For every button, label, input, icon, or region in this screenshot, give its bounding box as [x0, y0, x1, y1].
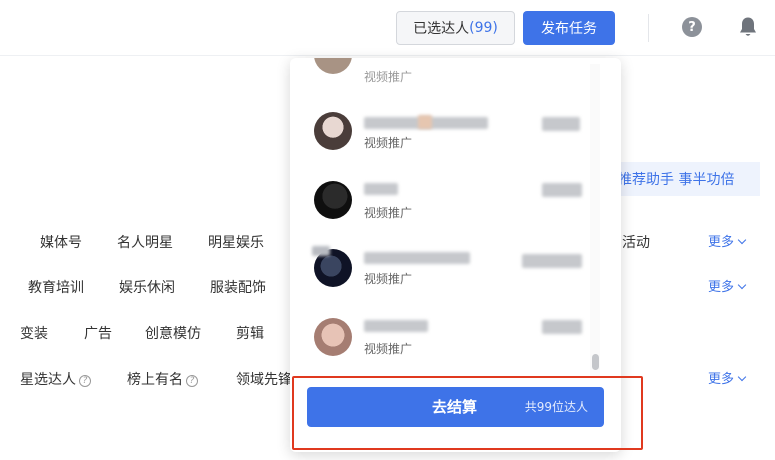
filter-option-label: 星选达人: [20, 372, 76, 388]
avatar: [314, 112, 352, 150]
more-label: 更多: [708, 280, 735, 295]
chevron-down-icon: [737, 372, 747, 382]
filter-option[interactable]: 变装: [20, 322, 48, 346]
filter-option[interactable]: 媒体号: [40, 231, 82, 255]
filter-option[interactable]: 活动: [622, 231, 650, 255]
filter-option[interactable]: 广告: [84, 322, 112, 346]
redacted-name: [364, 183, 398, 195]
more-label: 更多: [708, 235, 735, 250]
avatar: [314, 318, 352, 356]
chevron-down-icon: [737, 280, 747, 290]
filter-option[interactable]: 领域先锋: [236, 368, 292, 392]
list-item[interactable]: 视频推广: [290, 244, 600, 300]
bell-icon[interactable]: [738, 16, 758, 38]
selected-creators-list[interactable]: 视频推广 视频推广 视频推广 视频推广 视频推广: [290, 58, 600, 376]
item-tag: 视频推广: [364, 272, 413, 286]
item-tag: 视频推广: [364, 206, 413, 220]
divider: [648, 14, 649, 42]
checkout-total: 共99位达人: [524, 400, 588, 414]
filter-option[interactable]: 明星娱乐: [208, 231, 264, 255]
scrollbar-track[interactable]: [590, 64, 600, 376]
filter-option[interactable]: 教育培训: [28, 276, 84, 300]
publish-task-button[interactable]: 发布任务: [523, 11, 615, 45]
list-item[interactable]: 视频推广: [290, 314, 600, 370]
redacted-stat: [542, 183, 582, 197]
chevron-down-icon: [737, 235, 747, 245]
item-tag: 视频推广: [364, 342, 413, 356]
selected-creators-count: (99): [469, 20, 498, 36]
help-icon[interactable]: ?: [682, 17, 702, 37]
selected-creators-dropdown: 视频推广 视频推广 视频推广 视频推广 视频推广 去结算 共99位达人: [290, 58, 621, 452]
checkout-label: 去结算: [432, 398, 478, 416]
more-button[interactable]: 更多: [708, 231, 747, 255]
more-label: 更多: [708, 372, 735, 387]
redacted-name: [364, 320, 428, 332]
filter-option-label: 榜上有名: [127, 372, 183, 388]
redacted-mark: [312, 246, 330, 256]
filter-option[interactable]: 创意模仿: [145, 322, 201, 346]
redacted-name: [364, 252, 470, 264]
filter-option[interactable]: 名人明星: [117, 231, 173, 255]
filter-option[interactable]: 剪辑: [236, 322, 264, 346]
recommend-assistant-label: 推荐助手 事半功倍: [618, 172, 735, 188]
item-tag: 视频推广: [364, 136, 413, 150]
avatar: [314, 58, 352, 74]
list-item[interactable]: 视频推广: [290, 178, 600, 234]
more-button[interactable]: 更多: [708, 276, 747, 300]
list-item[interactable]: 视频推广: [290, 58, 600, 88]
recommend-assistant-button[interactable]: 推荐助手 事半功倍: [600, 162, 760, 196]
item-tag: 视频推广: [364, 70, 413, 84]
publish-task-label: 发布任务: [541, 21, 597, 37]
question-icon: ?: [186, 375, 198, 387]
redacted-badge: [418, 115, 432, 129]
filter-option[interactable]: 星选达人?: [20, 368, 91, 392]
top-bar: 已选达人 (99) 发布任务 ?: [0, 0, 775, 56]
redacted-stat: [542, 117, 580, 131]
avatar: [314, 181, 352, 219]
question-icon: ?: [79, 375, 91, 387]
list-item[interactable]: 视频推广: [290, 108, 600, 164]
redacted-stat: [522, 254, 582, 268]
scrollbar-thumb[interactable]: [592, 354, 599, 370]
selected-creators-label: 已选达人: [413, 21, 470, 37]
filter-option[interactable]: 娱乐休闲: [119, 276, 175, 300]
selected-creators-button[interactable]: 已选达人 (99): [396, 11, 515, 45]
filter-option[interactable]: 榜上有名?: [127, 368, 198, 392]
redacted-stat: [542, 320, 582, 334]
more-button[interactable]: 更多: [708, 368, 747, 392]
checkout-button[interactable]: 去结算 共99位达人: [307, 387, 604, 427]
filter-option[interactable]: 服装配饰: [210, 276, 266, 300]
